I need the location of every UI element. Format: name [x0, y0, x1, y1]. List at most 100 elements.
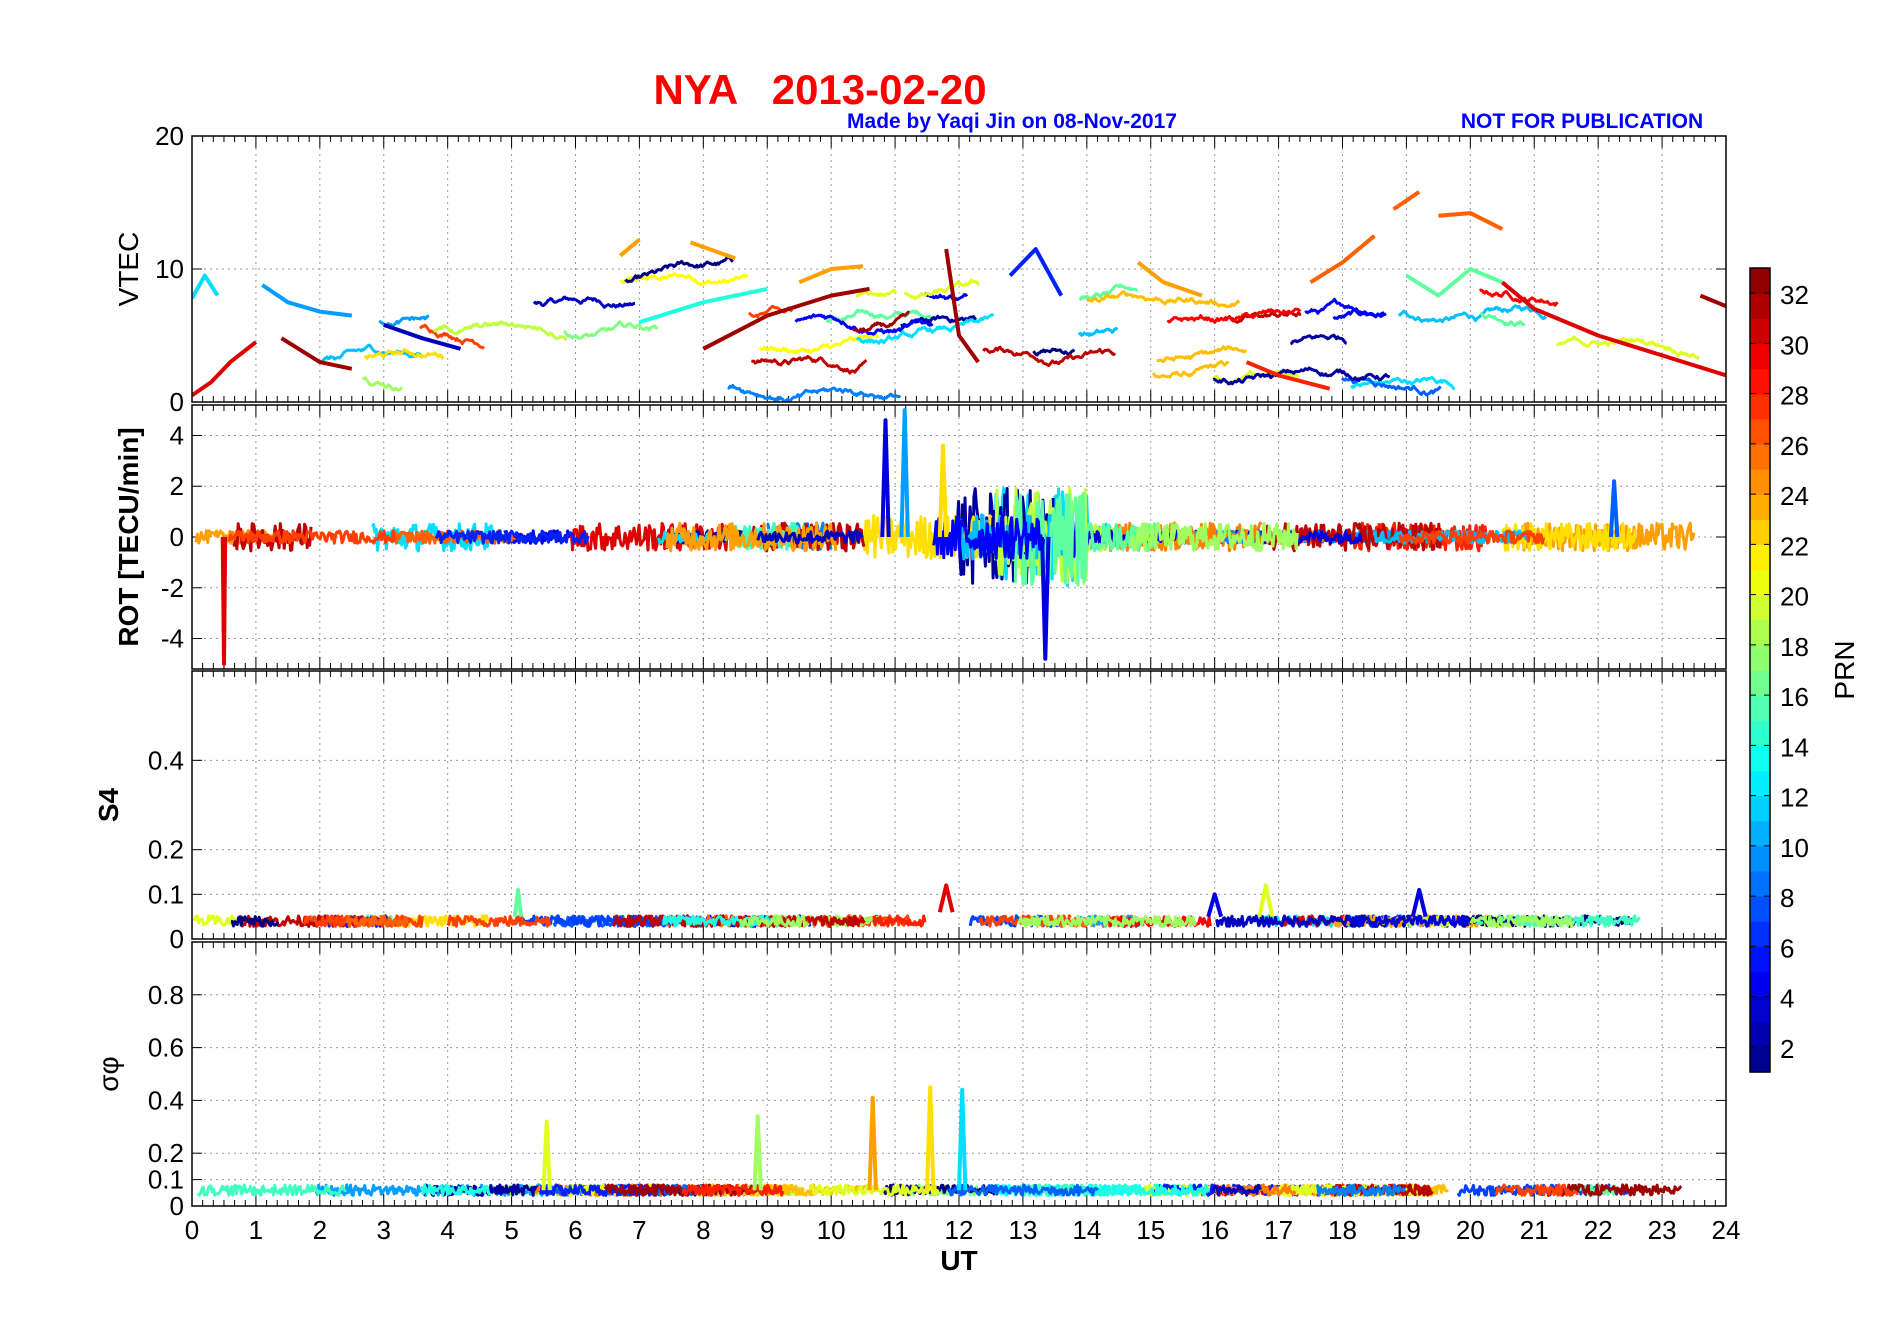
xtick-label: 20	[1456, 1215, 1485, 1245]
colorbar-swatch	[1750, 418, 1770, 445]
xtick-label: 23	[1648, 1215, 1677, 1245]
ylabel-rot: ROT [TECU/min]	[113, 427, 144, 646]
colorbar-swatch	[1750, 770, 1770, 797]
ytick-label-rot: 4	[170, 420, 184, 450]
panel-sigphi: 00.10.20.40.60.8σφ0 1 2 3 4 5 6 7 8 9 10 11 12 13 14 15…	[93, 941, 1741, 1276]
colorbar-tick-label: 24	[1780, 481, 1809, 511]
colorbar-swatch	[1750, 594, 1770, 621]
colorbar-swatch	[1750, 1046, 1770, 1073]
xtick-label: 2	[313, 1215, 327, 1245]
colorbar-swatch	[1750, 644, 1770, 671]
colorbar: 2468101214161820222426283032PRN	[1749, 267, 1860, 1073]
colorbar-swatch	[1750, 1021, 1770, 1048]
colorbar-swatch	[1750, 343, 1770, 370]
ytick-label-rot: 0	[170, 522, 184, 552]
ytick-label-vtec: 0	[170, 387, 184, 417]
ylabel-s4: S4	[93, 787, 124, 822]
ytick-label-vtec: 20	[155, 121, 184, 151]
xtick-label: 15	[1136, 1215, 1165, 1245]
ytick-label-s4: 0	[170, 924, 184, 954]
xlabel: UT	[940, 1245, 977, 1276]
ylabel-sigphi: σφ	[93, 1056, 124, 1091]
colorbar-swatch	[1750, 469, 1770, 495]
ytick-label-sigphi: 0	[170, 1191, 184, 1221]
xtick-label: 12	[945, 1215, 974, 1245]
ylabel-vtec: VTEC	[113, 232, 144, 307]
ytick-label-rot: -2	[161, 573, 184, 603]
colorbar-swatch	[1750, 443, 1770, 470]
colorbar-swatch	[1750, 845, 1770, 872]
xtick-label: 8	[696, 1215, 710, 1245]
colorbar-tick-label: 22	[1780, 531, 1809, 561]
xtick-label: 19	[1392, 1215, 1421, 1245]
xtick-label: 13	[1008, 1215, 1037, 1245]
xtick-label: 21	[1520, 1215, 1549, 1245]
ytick-label-sigphi: 0.6	[148, 1033, 184, 1063]
ytick-label-sigphi: 0.8	[148, 980, 184, 1010]
colorbar-tick-label: 16	[1780, 682, 1809, 712]
ytick-label-rot: 2	[170, 471, 184, 501]
ytick-label-sigphi: 0.4	[148, 1085, 184, 1115]
panel-vtec: 0 10 20 VTEC	[113, 121, 1727, 417]
colorbar-swatch	[1750, 871, 1770, 897]
colorbar-swatch	[1750, 720, 1770, 746]
colorbar-tick-label: 8	[1780, 883, 1794, 913]
colorbar-tick-label: 20	[1780, 582, 1809, 612]
xtick-label: 10	[817, 1215, 846, 1245]
colorbar-label: PRN	[1829, 640, 1860, 699]
colorbar-swatch	[1750, 268, 1770, 294]
colorbar-swatch	[1750, 494, 1770, 520]
colorbar-tick-label: 2	[1780, 1034, 1794, 1064]
xtick-label: 0	[185, 1215, 199, 1245]
colorbar-swatch	[1750, 619, 1770, 646]
figure: NYA 2013-02-20 Made by Yaqi Jin on 08-No…	[93, 66, 1860, 1276]
colorbar-tick-label: 14	[1780, 732, 1809, 762]
colorbar-swatch	[1750, 569, 1770, 596]
colorbar-swatch	[1750, 544, 1770, 571]
notice-text: NOT FOR PUBLICATION	[1461, 110, 1703, 133]
credit-text: Made by Yaqi Jin on 08-Nov-2017	[847, 110, 1177, 133]
panel-rot: -4 -2 0 2 4 ROT [TECU/min]	[113, 404, 1727, 670]
xtick-label: 24	[1712, 1215, 1741, 1245]
xtick-label: 4	[440, 1215, 454, 1245]
colorbar-swatch	[1750, 996, 1770, 1023]
ytick-label-s4: 0.1	[148, 879, 184, 909]
colorbar-swatch	[1750, 820, 1770, 847]
xtick-label: 6	[568, 1215, 582, 1245]
colorbar-swatch	[1750, 318, 1770, 344]
xtick-label: 7	[632, 1215, 646, 1245]
xtick-label: 17	[1264, 1215, 1293, 1245]
colorbar-swatch	[1750, 368, 1770, 395]
xtick-label: 22	[1584, 1215, 1613, 1245]
xtick-label: 9	[760, 1215, 774, 1245]
colorbar-swatch	[1750, 896, 1770, 922]
xtick-label: 1	[249, 1215, 263, 1245]
ytick-label-s4: 0.2	[148, 835, 184, 865]
colorbar-swatch	[1750, 795, 1770, 822]
colorbar-swatch	[1750, 293, 1770, 319]
ytick-label-sigphi: 0.2	[148, 1138, 184, 1168]
colorbar-swatch	[1750, 921, 1770, 947]
colorbar-tick-label: 18	[1780, 632, 1809, 662]
colorbar-tick-label: 30	[1780, 330, 1809, 360]
xtick-label: 5	[504, 1215, 518, 1245]
colorbar-swatch	[1750, 946, 1770, 973]
ytick-label-rot: -4	[161, 624, 184, 654]
colorbar-swatch	[1750, 519, 1770, 545]
colorbar-swatch	[1750, 971, 1770, 998]
colorbar-tick-label: 4	[1780, 984, 1794, 1014]
colorbar-swatch	[1750, 745, 1770, 772]
colorbar-swatch	[1750, 393, 1770, 420]
colorbar-swatch	[1750, 670, 1770, 696]
panels: 01020VTEC-4-2024ROT [TECU/min]00.10.20.4…	[93, 121, 1740, 1276]
xtick-label: 11	[882, 1215, 909, 1245]
ytick-label-vtec: 10	[155, 254, 184, 284]
figure-title: NYA 2013-02-20	[653, 66, 986, 113]
panel-s4: 0 0.1 0.2 0.4 S4	[93, 670, 1727, 954]
ytick-label-s4: 0.4	[148, 745, 184, 775]
colorbar-tick-label: 28	[1780, 381, 1809, 411]
colorbar-swatch	[1750, 695, 1770, 721]
colorbar-tick-label: 26	[1780, 431, 1809, 461]
colorbar-tick-label: 32	[1780, 280, 1809, 310]
colorbar-tick-label: 10	[1780, 833, 1809, 863]
